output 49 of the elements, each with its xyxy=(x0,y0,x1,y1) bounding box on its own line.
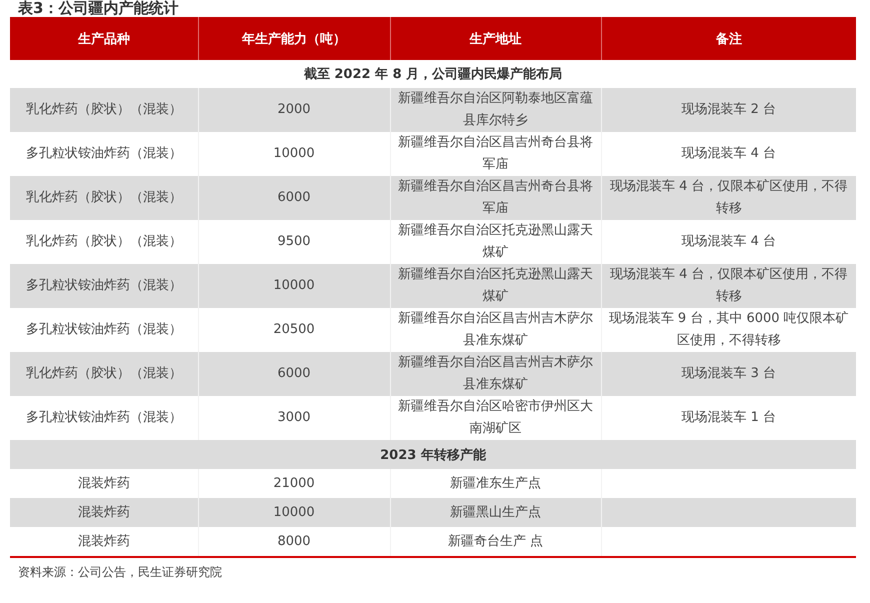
table-cell: 新疆奇台生产 点 xyxy=(390,527,601,557)
table-cell: 多孔粒状铵油炸药（混装） xyxy=(10,396,198,440)
table-cell: 混装炸药 xyxy=(10,498,198,527)
table-cell: 现场混装车 1 台 xyxy=(601,396,856,440)
table-cell: 现场混装车 9 台，其中 6000 吨仅限本矿区使用，不得转移 xyxy=(601,308,856,352)
source-note: 资料来源：公司公告，民生证券研究院 xyxy=(17,564,223,581)
table-cell: 新疆维吾尔自治区哈密市伊州区大南湖矿区 xyxy=(390,396,601,440)
table-cell: 多孔粒状铵油炸药（混装） xyxy=(10,264,198,308)
section-heading: 截至 2022 年 8 月，公司疆内民爆产能布局 xyxy=(304,67,562,82)
table-cell: 新疆维吾尔自治区昌吉州奇台县将军庙 xyxy=(390,176,601,220)
table-cell: 乳化炸药（胶状）（混装） xyxy=(10,220,198,264)
table-cell: 现场混装车 4 台，仅限本矿区使用，不得转移 xyxy=(601,176,856,220)
table-cell: 新疆准东生产点 xyxy=(390,469,601,498)
table-cell: 21000 xyxy=(198,469,390,498)
table-cell: 现场混装车 4 台 xyxy=(601,220,856,264)
table-cell: 新疆维吾尔自治区昌吉州吉木萨尔县准东煤矿 xyxy=(390,308,601,352)
table-cell: 现场混装车 2 台 xyxy=(601,88,856,132)
table-cell: 新疆维吾尔自治区昌吉州吉木萨尔县准东煤矿 xyxy=(390,352,601,396)
table-cell: 6000 xyxy=(198,176,390,220)
table-cell: 10000 xyxy=(198,132,390,176)
table-cell: 多孔粒状铵油炸药（混装） xyxy=(10,132,198,176)
table-cell: 乳化炸药（胶状）（混装） xyxy=(10,88,198,132)
table-cell: 新疆维吾尔自治区阿勒泰地区富蕴县库尔特乡 xyxy=(390,88,601,132)
table-cell: 10000 xyxy=(198,498,390,527)
table-cell: 10000 xyxy=(198,264,390,308)
table-cell: 9500 xyxy=(198,220,390,264)
table-cell: 6000 xyxy=(198,352,390,396)
column-header: 生产品种 xyxy=(10,17,198,60)
table-cell: 乳化炸药（胶状）（混装） xyxy=(10,176,198,220)
table-cell: 2000 xyxy=(198,88,390,132)
table-cell: 混装炸药 xyxy=(10,469,198,498)
table-cell: 现场混装车 4 台，仅限本矿区使用，不得转移 xyxy=(601,264,856,308)
table-cell: 新疆维吾尔自治区托克逊黑山露天煤矿 xyxy=(390,220,601,264)
table-cell: 多孔粒状铵油炸药（混装） xyxy=(10,308,198,352)
table-cell: 乳化炸药（胶状）（混装） xyxy=(10,352,198,396)
column-header: 生产地址 xyxy=(390,17,601,60)
column-header: 备注 xyxy=(601,17,856,60)
table-cell: 混装炸药 xyxy=(10,527,198,557)
table-cell: 现场混装车 3 台 xyxy=(601,352,856,396)
column-header: 年生产能力（吨） xyxy=(198,17,390,60)
table-cell: 新疆维吾尔自治区托克逊黑山露天煤矿 xyxy=(390,264,601,308)
table-cell: 8000 xyxy=(198,527,390,557)
table-cell: 新疆黑山生产点 xyxy=(390,498,601,527)
section-heading: 2023 年转移产能 xyxy=(380,448,486,462)
table-cell: 3000 xyxy=(198,396,390,440)
table-cell: 新疆维吾尔自治区昌吉州奇台县将军庙 xyxy=(390,132,601,176)
table-cell: 20500 xyxy=(198,308,390,352)
table-title: 表3：公司疆内产能统计 xyxy=(17,0,180,17)
table-cell: 现场混装车 4 台 xyxy=(601,132,856,176)
